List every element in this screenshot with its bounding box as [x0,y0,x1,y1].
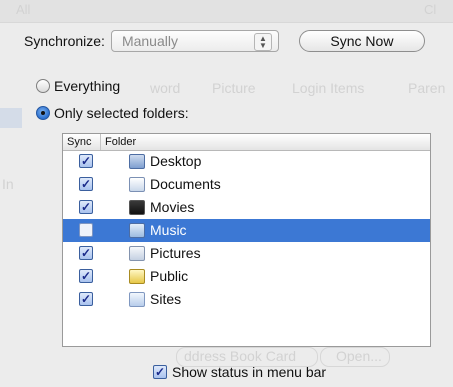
only-selected-label: Only selected folders: [54,105,189,121]
music-folder-icon [129,223,145,238]
sync-checkbox[interactable]: ✓ [79,154,93,168]
column-header-sync[interactable]: Sync [63,134,101,150]
radio-on-icon[interactable] [36,106,50,120]
table-row[interactable]: ✓ Documents [63,173,430,196]
only-selected-radio-option[interactable]: Only selected folders: [36,105,189,121]
sync-checkbox[interactable]: ✓ [79,200,93,214]
folders-table[interactable]: Sync Folder ✓ Desktop ✓ Documents ✓ Movi… [62,133,431,347]
show-status-option[interactable]: ✓ Show status in menu bar [153,364,326,380]
folder-name: Movies [150,199,195,215]
ghost-left-label: In [2,176,14,192]
ghost-open-button [320,347,390,367]
sync-checkbox[interactable] [79,223,93,237]
ghost-cl-label: Cl [424,2,437,17]
popup-arrows-icon: ▲ ▼ [253,33,272,51]
ghost-address-book-label: ddress Book Card [184,348,297,364]
public-folder-icon [129,269,145,284]
ghost-tab-word: word [150,80,181,96]
folder-name: Music [150,222,187,238]
table-row[interactable]: ✓ Desktop [63,150,430,173]
sync-checkbox[interactable]: ✓ [79,177,93,191]
folder-name: Documents [150,176,221,192]
documents-folder-icon [129,177,145,192]
sync-now-label: Sync Now [330,33,394,49]
ghost-selection-fragment [0,108,22,128]
ghost-tab-paren: Paren [408,80,446,96]
sync-checkbox[interactable]: ✓ [79,292,93,306]
synchronize-row: Synchronize: Manually ▲ ▼ Sync Now [24,28,425,54]
ghost-tab-picture: Picture [212,80,256,96]
table-row[interactable]: ✓ Movies [63,196,430,219]
desktop-folder-icon [129,154,145,169]
radio-off-icon[interactable] [36,79,50,93]
folder-name: Desktop [150,153,202,169]
column-header-sync-label: Sync [67,136,92,148]
folder-name: Sites [150,291,182,307]
table-row-selected[interactable]: Music [63,219,430,242]
table-header: Sync Folder [63,134,430,151]
pictures-folder-icon [129,246,145,261]
ghost-tab-login-items: Login Items [292,80,365,96]
column-header-folder-label: Folder [105,136,137,148]
synchronize-label: Synchronize: [24,33,105,49]
table-row[interactable]: ✓ Pictures [63,242,430,265]
ghost-open-label: Open... [336,348,382,364]
sites-folder-icon [129,292,145,307]
sync-checkbox[interactable]: ✓ [79,269,93,283]
folder-name: Public [150,268,189,284]
show-status-checkbox[interactable]: ✓ [153,365,167,379]
everything-radio-option[interactable]: Everything [36,78,120,94]
table-row[interactable]: ✓ Public [63,265,430,288]
sync-now-button[interactable]: Sync Now [298,30,425,52]
sync-checkbox[interactable]: ✓ [79,246,93,260]
synchronize-mode-popup[interactable]: Manually ▲ ▼ [110,30,279,52]
ghost-toolbar-strip [0,0,453,23]
ghost-all-label: All [16,2,31,17]
table-row[interactable]: ✓ Sites [63,288,430,311]
show-status-label: Show status in menu bar [172,364,327,380]
everything-label: Everything [54,78,121,94]
synchronize-mode-value: Manually [121,33,178,49]
column-header-folder[interactable]: Folder [101,136,136,148]
folder-name: Pictures [150,245,201,261]
movies-folder-icon [129,200,145,215]
